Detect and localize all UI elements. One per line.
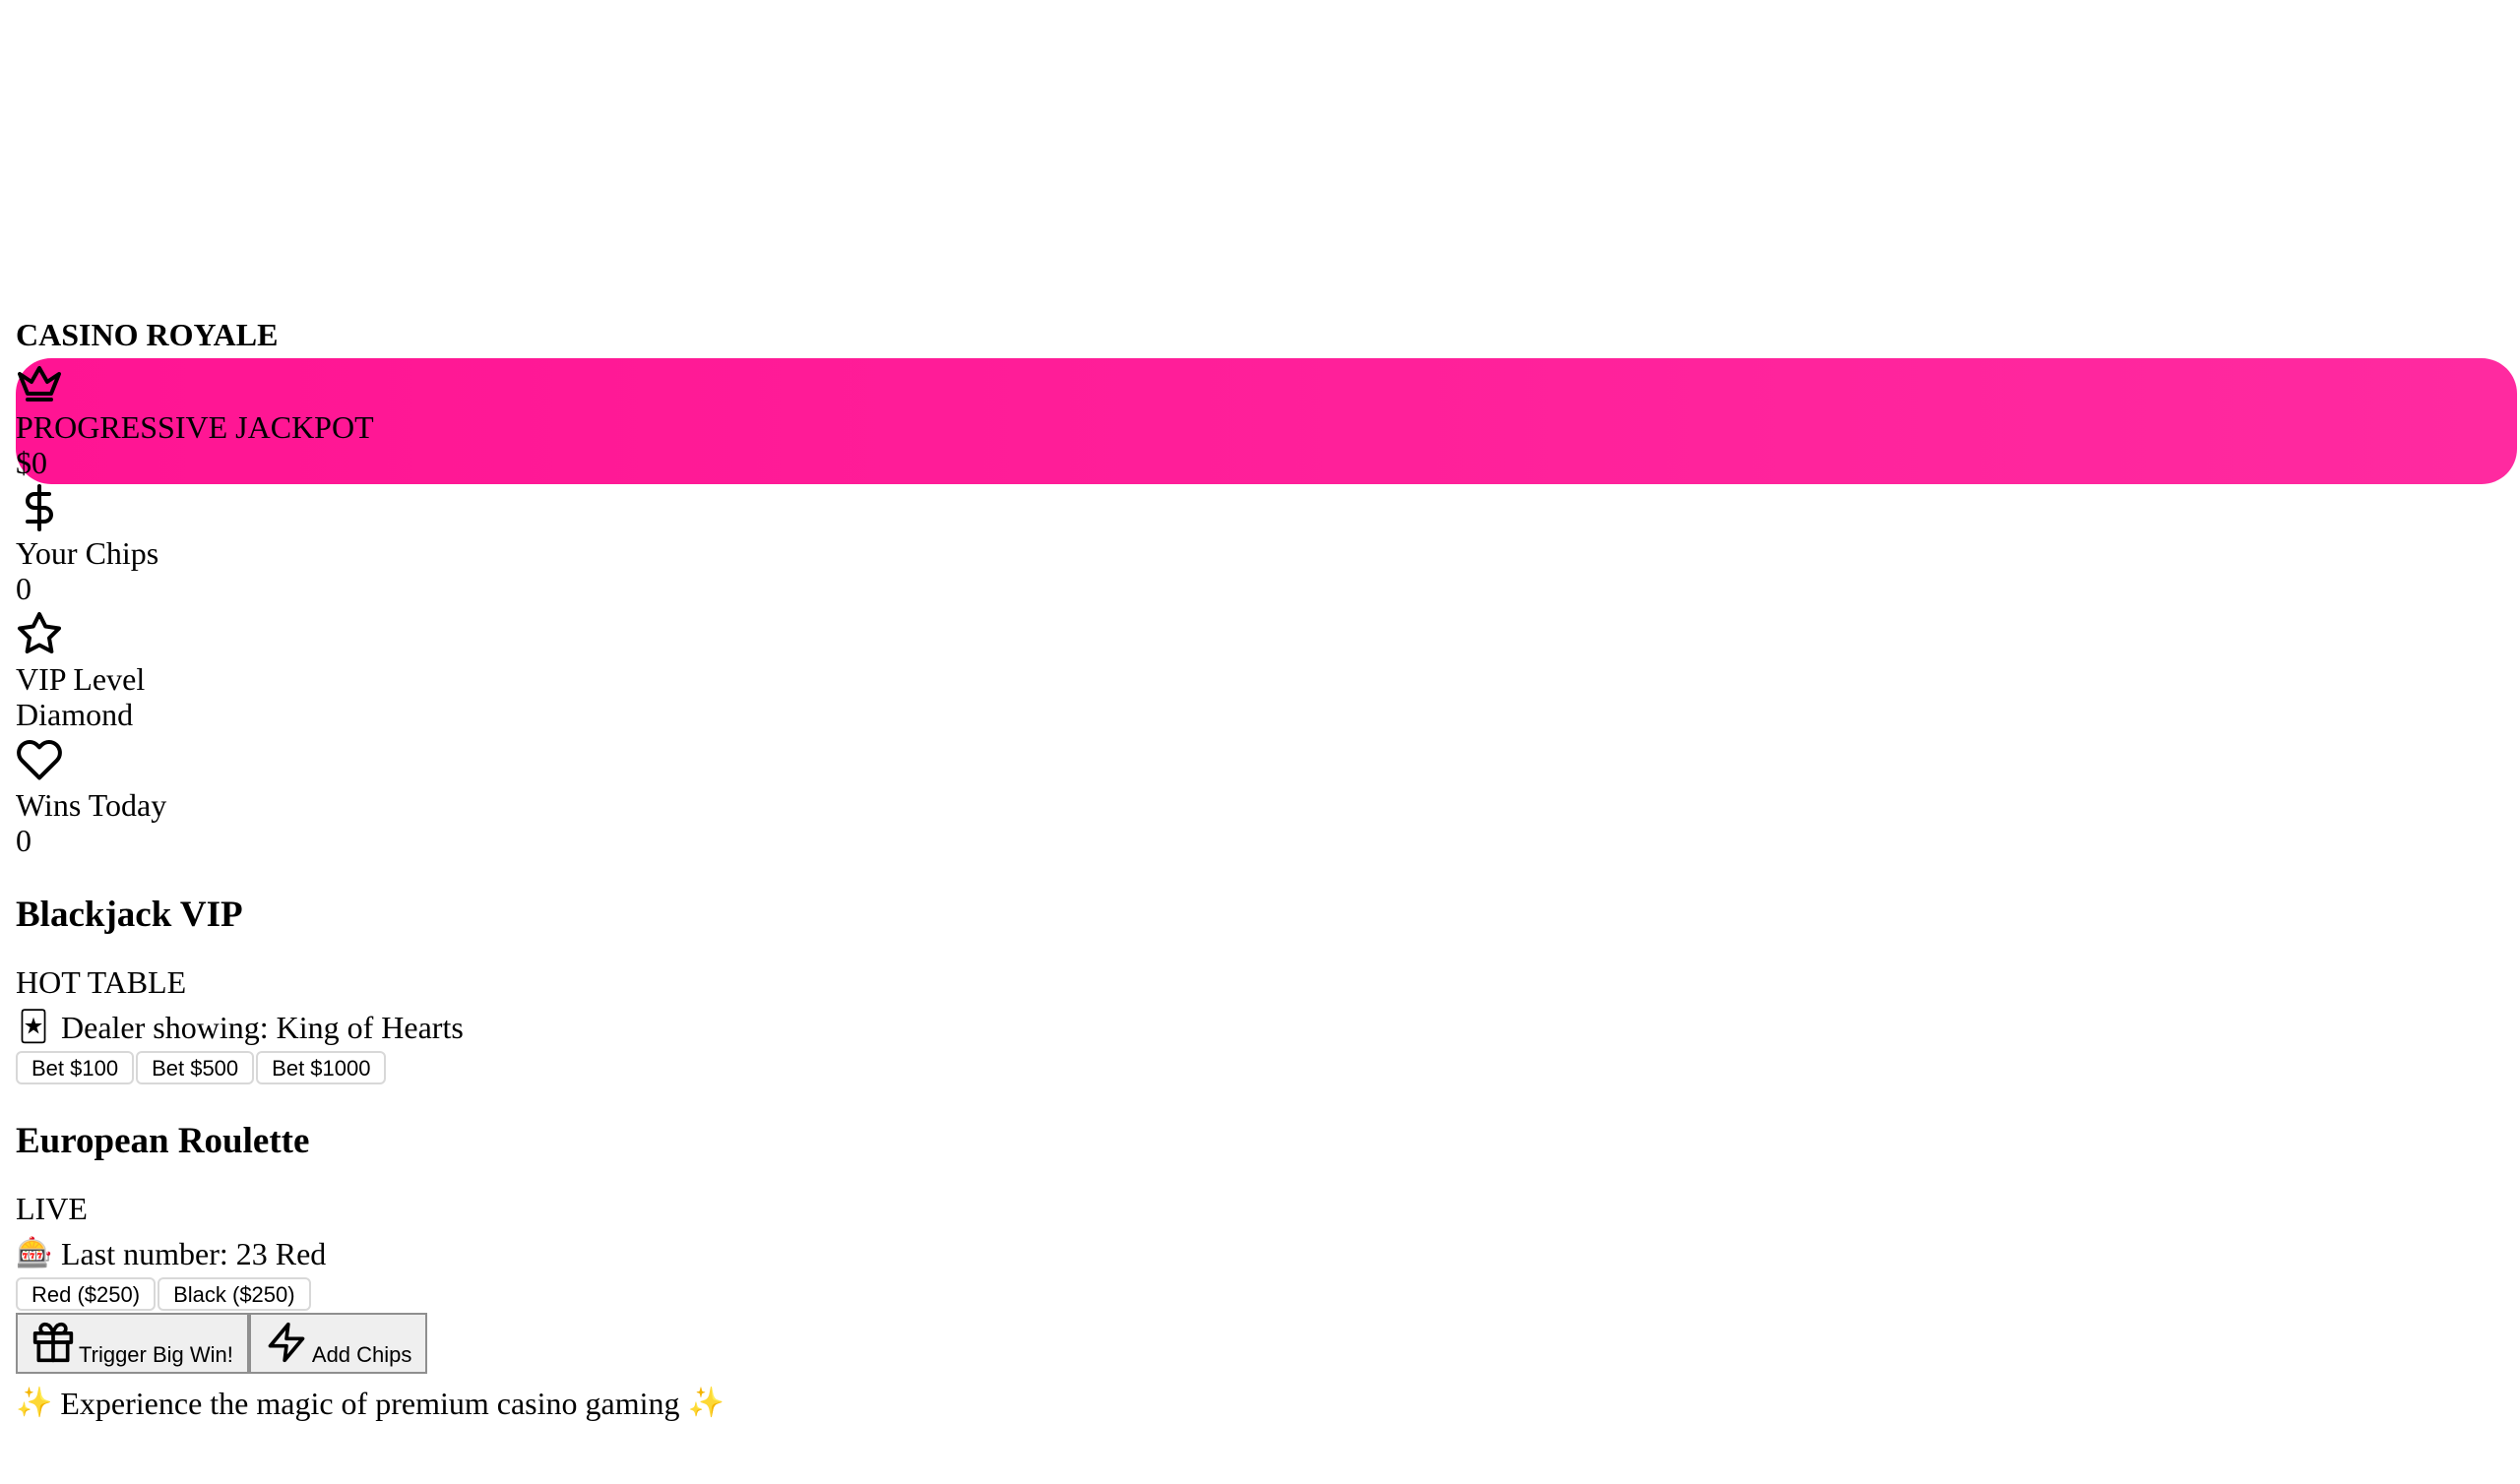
slot-machine-icon: 🎰: [16, 1236, 53, 1270]
lightning-icon: [265, 1321, 308, 1364]
jackpot-value: $0: [16, 445, 47, 480]
add-chips-label: Add Chips: [311, 1342, 412, 1367]
jackpot-stat: PROGRESSIVE JACKPOT $0: [16, 358, 2520, 480]
table-info: 🃏 Dealer showing: King of Hearts: [16, 1008, 2520, 1047]
star-icon: [16, 610, 63, 657]
table-badge: HOT TABLE: [16, 964, 187, 1000]
table-info: 🎰 Last number: 23 Red: [16, 1234, 2520, 1273]
bet-black-button[interactable]: Black ($250): [158, 1277, 311, 1311]
wins-value: 0: [16, 823, 32, 858]
footer-tagline: ✨ Experience the magic of premium casino…: [16, 1384, 2520, 1423]
vip-stat: VIP Level Diamond: [16, 610, 2520, 732]
trigger-big-win-button[interactable]: Trigger Big Win!: [16, 1313, 249, 1374]
trigger-big-win-label: Trigger Big Win!: [79, 1342, 233, 1367]
sparkle-icon: ✨: [16, 1386, 53, 1420]
action-buttons: Trigger Big Win! Add Chips: [16, 1313, 2520, 1374]
wins-label: Wins Today: [16, 787, 167, 823]
roulette-table: European Roulette LIVE 🎰 Last number: 23…: [16, 1120, 2520, 1311]
jackpot-label: PROGRESSIVE JACKPOT: [16, 409, 374, 445]
bet-buttons: Red ($250) Black ($250): [16, 1277, 2520, 1311]
stats-panel: PROGRESSIVE JACKPOT $0 Your Chips 0 VIP …: [16, 358, 2520, 858]
footer-text: Experience the magic of premium casino g…: [60, 1386, 680, 1421]
table-info-text: Last number: 23 Red: [61, 1236, 327, 1271]
bet-500-button[interactable]: Bet $500: [136, 1051, 255, 1084]
table-name: Blackjack VIP: [16, 895, 243, 935]
gift-icon: [32, 1321, 75, 1364]
crown-icon: [16, 358, 63, 405]
chips-stat: Your Chips 0: [16, 484, 2520, 606]
playing-card-icon: 🃏: [18, 1010, 49, 1044]
dollar-icon: [16, 484, 63, 531]
bet-buttons: Bet $100 Bet $500 Bet $1000: [16, 1051, 2520, 1084]
table-name: European Roulette: [16, 1121, 310, 1161]
casino-page: CASINO ROYALE PROGRESSIVE JACKPOT $0 You…: [0, 0, 2520, 1484]
bet-100-button[interactable]: Bet $100: [16, 1051, 135, 1084]
table-info-text: Dealer showing: King of Hearts: [61, 1010, 464, 1045]
heart-icon: [16, 736, 63, 783]
add-chips-button[interactable]: Add Chips: [248, 1313, 428, 1374]
chips-label: Your Chips: [16, 535, 159, 571]
blackjack-table: Blackjack VIP HOT TABLE 🃏 Dealer showing…: [16, 894, 2520, 1084]
vip-label: VIP Level: [16, 661, 146, 697]
bet-1000-button[interactable]: Bet $1000: [256, 1051, 387, 1084]
bet-red-button[interactable]: Red ($250): [16, 1277, 157, 1311]
sparkle-icon: ✨: [687, 1386, 724, 1420]
table-badge: LIVE: [16, 1191, 88, 1226]
chips-value: 0: [16, 571, 32, 606]
page-title: CASINO ROYALE: [16, 317, 279, 352]
vip-value: Diamond: [16, 697, 134, 732]
wins-stat: Wins Today 0: [16, 736, 2520, 858]
